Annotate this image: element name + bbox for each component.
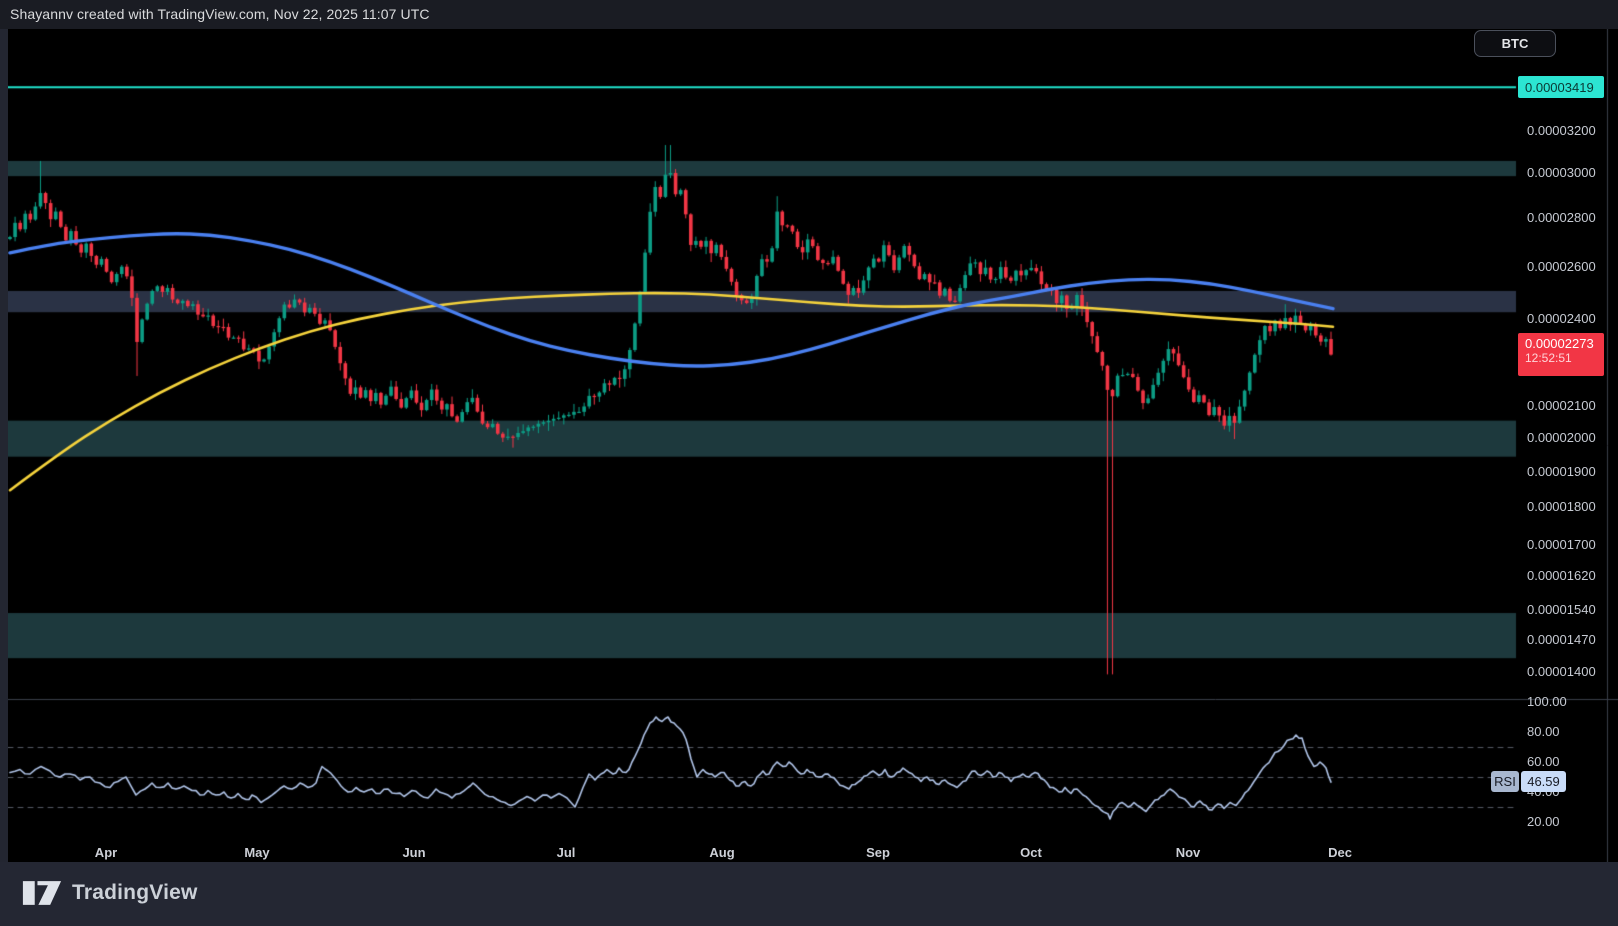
footer-bar: TradingView [0, 862, 1618, 926]
tradingview-snapshot: Shayannv created with TradingView.com, N… [0, 0, 1618, 926]
symbol-button[interactable]: BTC [1474, 30, 1556, 57]
chart-title: Shayannv created with TradingView.com, N… [10, 6, 430, 22]
tradingview-logo-icon [22, 878, 62, 908]
chart-header-bar: Shayannv created with TradingView.com, N… [0, 0, 1618, 29]
chart-canvas[interactable] [8, 29, 1618, 862]
left-margin [0, 29, 8, 862]
tradingview-logo-text: TradingView [72, 881, 198, 905]
tradingview-logo[interactable]: TradingView [22, 878, 198, 908]
